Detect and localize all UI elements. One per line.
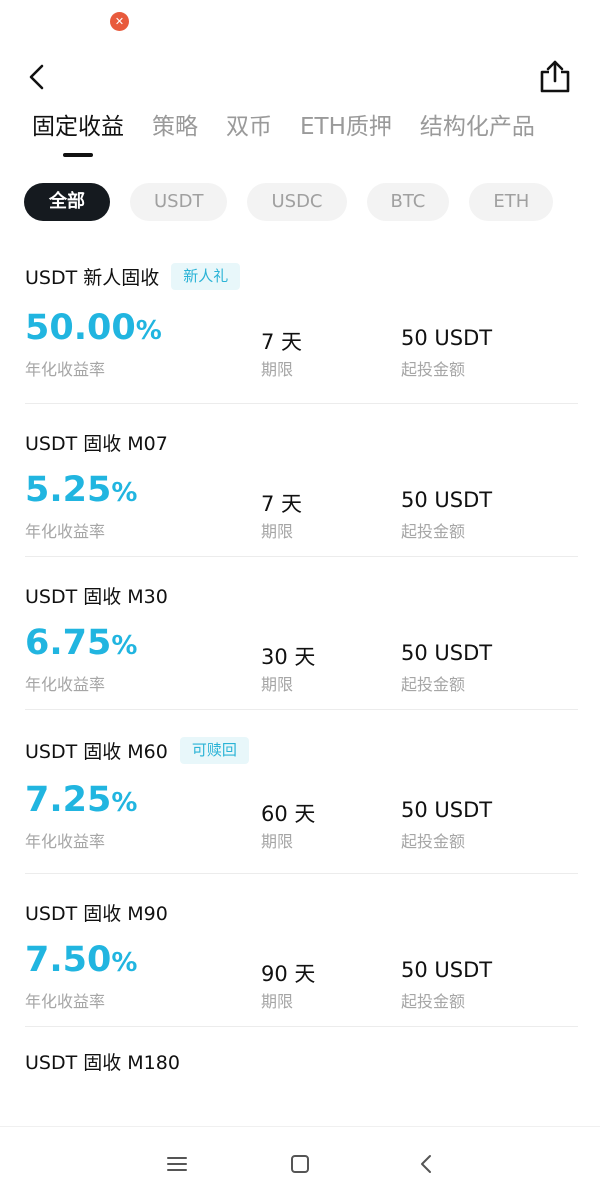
tab-eth-staking[interactable]: ETH质押 <box>300 108 392 146</box>
tab-structured-products[interactable]: 结构化产品 <box>420 108 535 146</box>
annual-rate: 5.25% <box>25 470 138 510</box>
term-label: 期限 <box>261 832 294 851</box>
rate-label: 年化收益率 <box>25 522 106 541</box>
nav-back-button[interactable] <box>412 1149 442 1179</box>
rate-label: 年化收益率 <box>25 675 106 694</box>
product-item[interactable]: USDT 新人固收 新人礼 50.00% 年化收益率 7 天 期限 50 USD… <box>25 240 578 404</box>
min-amount-value: 50 USDT <box>401 958 493 982</box>
min-amount-label: 起投金额 <box>401 992 466 1011</box>
product-name: USDT 新人固收 <box>25 266 160 289</box>
chip-usdt[interactable]: USDT <box>130 183 228 221</box>
product-list: USDT 新人固收 新人礼 50.00% 年化收益率 7 天 期限 50 USD… <box>0 240 600 1087</box>
chip-btc[interactable]: BTC <box>366 183 450 221</box>
term-value: 7 天 <box>261 492 303 516</box>
back-button[interactable] <box>22 60 56 94</box>
product-item[interactable]: USDT 固收 M90 7.50% 年化收益率 90 天 期限 50 USDT … <box>25 874 578 1027</box>
annual-rate: 6.75% <box>25 623 138 663</box>
min-amount-label: 起投金额 <box>401 675 466 694</box>
share-button[interactable] <box>536 58 574 96</box>
term-label: 期限 <box>261 992 294 1011</box>
status-bar: ✕ <box>0 0 600 44</box>
annual-rate: 7.25% <box>25 780 138 820</box>
product-tag: 可赎回 <box>179 736 249 764</box>
min-amount-label: 起投金额 <box>401 522 466 541</box>
product-item[interactable]: USDT 固收 M180 <box>25 1027 578 1087</box>
category-tabs: 固定收益 策略 双币 ETH质押 结构化产品 <box>32 108 563 164</box>
min-amount-label: 起投金额 <box>401 360 466 379</box>
tab-dual-currency[interactable]: 双币 <box>226 108 272 146</box>
chip-eth[interactable]: ETH <box>469 183 554 221</box>
chip-usdc[interactable]: USDC <box>247 183 347 221</box>
home-button[interactable] <box>285 1149 315 1179</box>
rate-label: 年化收益率 <box>25 992 106 1011</box>
term-value: 30 天 <box>261 645 316 669</box>
nav-back-icon <box>421 1155 431 1173</box>
back-arrow-icon <box>29 64 44 90</box>
min-amount-value: 50 USDT <box>401 488 493 512</box>
menu-button[interactable] <box>162 1149 192 1179</box>
currency-filter: 全部 USDT USDC BTC ETH <box>24 183 573 223</box>
menu-icon <box>167 1157 187 1171</box>
annual-rate: 50.00% <box>25 308 162 348</box>
term-label: 期限 <box>261 360 294 379</box>
min-amount-value: 50 USDT <box>401 798 493 822</box>
term-label: 期限 <box>261 675 294 694</box>
min-amount-value: 50 USDT <box>401 326 493 350</box>
product-name: USDT 固收 M30 <box>25 585 168 608</box>
share-icon <box>540 60 570 93</box>
rate-label: 年化收益率 <box>25 832 106 851</box>
product-item[interactable]: USDT 固收 M60 可赎回 7.25% 年化收益率 60 天 期限 50 U… <box>25 710 578 874</box>
chip-all[interactable]: 全部 <box>24 183 110 221</box>
product-name: USDT 固收 M60 <box>25 740 168 763</box>
product-item[interactable]: USDT 固收 M30 6.75% 年化收益率 30 天 期限 50 USDT … <box>25 557 578 710</box>
term-value: 7 天 <box>261 330 303 354</box>
top-nav <box>0 50 600 106</box>
term-value: 90 天 <box>261 962 316 986</box>
rate-label: 年化收益率 <box>25 360 106 379</box>
term-label: 期限 <box>261 522 294 541</box>
product-name: USDT 固收 M07 <box>25 432 168 455</box>
tab-fixed-income[interactable]: 固定收益 <box>32 108 124 146</box>
notification-icon: ✕ <box>110 12 129 31</box>
system-nav-bar <box>0 1126 600 1200</box>
term-value: 60 天 <box>261 802 316 826</box>
annual-rate: 7.50% <box>25 940 138 980</box>
min-amount-label: 起投金额 <box>401 832 466 851</box>
product-item[interactable]: USDT 固收 M07 5.25% 年化收益率 7 天 期限 50 USDT 起… <box>25 404 578 557</box>
product-tag: 新人礼 <box>171 262 241 290</box>
min-amount-value: 50 USDT <box>401 641 493 665</box>
product-name: USDT 固收 M90 <box>25 902 168 925</box>
product-name: USDT 固收 M180 <box>25 1051 180 1074</box>
home-icon <box>291 1155 309 1173</box>
tab-strategy[interactable]: 策略 <box>152 108 198 146</box>
